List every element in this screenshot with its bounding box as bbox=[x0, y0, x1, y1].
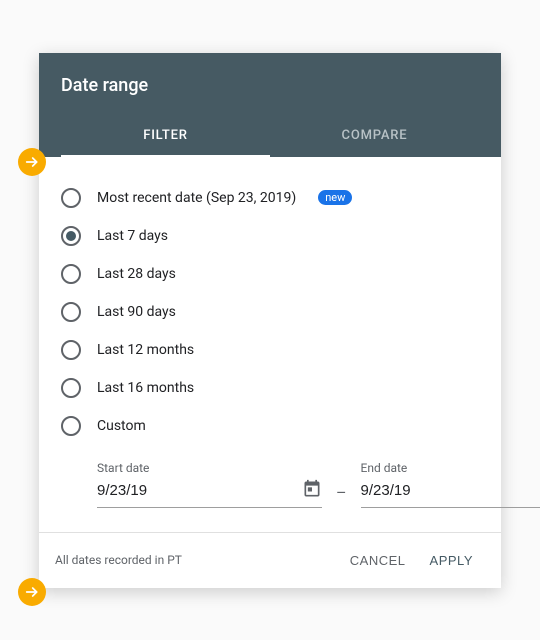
apply-button[interactable]: APPLY bbox=[418, 545, 485, 576]
cancel-button[interactable]: CANCEL bbox=[338, 545, 418, 576]
radio-label: Last 90 days bbox=[97, 304, 176, 320]
new-badge: new bbox=[318, 190, 352, 205]
radio-label: Most recent date (Sep 23, 2019) bbox=[97, 190, 296, 206]
tabs: FILTER COMPARE bbox=[61, 116, 479, 157]
radio-option-custom[interactable]: Custom bbox=[61, 407, 491, 445]
dialog-header: Date range FILTER COMPARE bbox=[39, 53, 501, 157]
custom-date-row: Start date – End date bbox=[61, 445, 491, 526]
radio-label: Last 12 months bbox=[97, 342, 194, 358]
dialog-title: Date range bbox=[61, 75, 479, 96]
radio-option-last-7-days[interactable]: Last 7 days bbox=[61, 217, 491, 255]
radio-option-last-90-days[interactable]: Last 90 days bbox=[61, 293, 491, 331]
end-date-label: End date bbox=[361, 461, 540, 475]
calendar-icon[interactable] bbox=[302, 479, 322, 503]
radio-label: Last 7 days bbox=[97, 228, 168, 244]
radio-icon bbox=[61, 264, 81, 284]
radio-icon bbox=[61, 188, 81, 208]
radio-label: Last 28 days bbox=[97, 266, 176, 282]
date-range-dialog: Date range FILTER COMPARE Most recent da… bbox=[39, 53, 501, 588]
dialog-footer: All dates recorded in PT CANCEL APPLY bbox=[39, 532, 501, 588]
start-date-input-wrap[interactable] bbox=[97, 479, 322, 508]
end-date-input-wrap[interactable] bbox=[361, 479, 540, 508]
radio-icon bbox=[61, 226, 81, 246]
start-date-input[interactable] bbox=[97, 482, 296, 499]
callout-arrow-icon bbox=[18, 578, 46, 606]
date-separator: – bbox=[336, 483, 347, 508]
radio-icon bbox=[61, 340, 81, 360]
tab-filter[interactable]: FILTER bbox=[61, 116, 270, 157]
footer-note: All dates recorded in PT bbox=[55, 553, 338, 567]
radio-option-last-16-months[interactable]: Last 16 months bbox=[61, 369, 491, 407]
callout-arrow-icon bbox=[18, 148, 46, 176]
radio-label: Last 16 months bbox=[97, 380, 194, 396]
radio-icon bbox=[61, 378, 81, 398]
start-date-field: Start date bbox=[97, 461, 322, 508]
start-date-label: Start date bbox=[97, 461, 322, 475]
radio-label: Custom bbox=[97, 418, 146, 434]
radio-icon bbox=[61, 416, 81, 436]
radio-option-last-28-days[interactable]: Last 28 days bbox=[61, 255, 491, 293]
dialog-content: Most recent date (Sep 23, 2019) new Last… bbox=[39, 157, 501, 532]
radio-option-last-12-months[interactable]: Last 12 months bbox=[61, 331, 491, 369]
tab-compare[interactable]: COMPARE bbox=[270, 116, 479, 157]
radio-icon bbox=[61, 302, 81, 322]
radio-option-most-recent[interactable]: Most recent date (Sep 23, 2019) new bbox=[61, 179, 491, 217]
end-date-field: End date bbox=[361, 461, 540, 508]
end-date-input[interactable] bbox=[361, 482, 540, 499]
